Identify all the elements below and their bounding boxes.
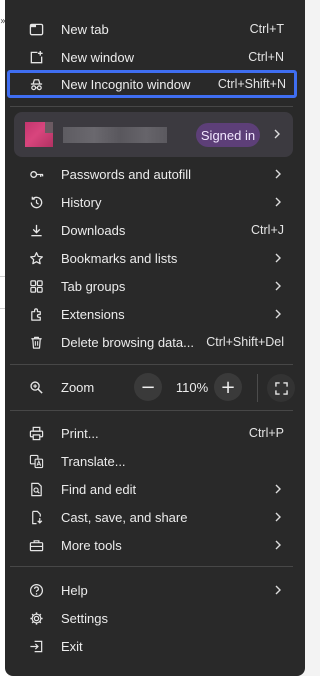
chevron-right-icon <box>275 281 281 291</box>
toolbox-icon <box>29 538 44 553</box>
menu-item-label: Settings <box>61 610 108 626</box>
menu-item-translate[interactable]: Translate... <box>5 447 305 475</box>
zoom-label: Zoom <box>61 380 95 395</box>
chevron-right-icon <box>275 540 281 550</box>
menu-item-bookmarks-and-lists[interactable]: Bookmarks and lists <box>5 244 305 272</box>
menu-item-label: Cast, save, and share <box>61 509 188 525</box>
menu-separator <box>10 410 293 411</box>
menu-item-cast-save-share[interactable]: Cast, save, and share <box>5 503 305 531</box>
menu-item-label: History <box>61 194 102 210</box>
chevron-right-icon <box>275 169 281 179</box>
menu-item-more-tools[interactable]: More tools <box>5 531 305 559</box>
menu-item-label: More tools <box>61 537 122 553</box>
cast-save-icon <box>29 510 44 525</box>
menu-item-label: Find and edit <box>61 481 137 497</box>
chevron-right-icon <box>275 484 281 494</box>
menu-item-new-incognito-window[interactable]: New Incognito window Ctrl+Shift+N <box>7 70 297 98</box>
shortcut-text: Ctrl+Shift+N <box>217 77 286 91</box>
menu-item-label: Passwords and autofill <box>61 166 192 182</box>
menu-item-label: Tab groups <box>61 278 126 294</box>
chevron-right-icon <box>275 309 281 319</box>
menu-item-label: Help <box>61 582 88 598</box>
signed-in-badge[interactable]: Signed in <box>196 123 260 147</box>
exit-icon <box>29 639 44 654</box>
menu-item-label: Delete browsing data... <box>61 334 194 350</box>
menu-item-find-and-edit[interactable]: Find and edit <box>5 475 305 503</box>
menu-item-extensions[interactable]: Extensions <box>5 300 305 328</box>
new-tab-icon <box>29 22 44 37</box>
menu-item-history[interactable]: History <box>5 188 305 216</box>
zoom-level: 110% <box>175 380 209 395</box>
menu-item-passwords-and-autofill[interactable]: Passwords and autofill <box>5 160 305 188</box>
help-icon <box>29 583 44 598</box>
menu-item-settings[interactable]: Settings <box>5 604 305 632</box>
menu-item-label: New window <box>61 49 134 65</box>
history-icon <box>29 195 44 210</box>
chevron-right-icon <box>275 253 281 263</box>
key-icon <box>29 167 44 182</box>
menu-item-label: Bookmarks and lists <box>61 250 178 266</box>
menu-item-downloads[interactable]: Downloads Ctrl+J <box>5 216 305 244</box>
shortcut-text: Ctrl+J <box>251 223 284 237</box>
shortcut-text: Ctrl+N <box>248 50 284 64</box>
puzzle-icon <box>29 307 44 322</box>
find-icon <box>29 482 44 497</box>
menu-item-label: Downloads <box>61 222 126 238</box>
avatar <box>25 122 53 147</box>
fullscreen-icon <box>274 381 288 395</box>
incognito-icon <box>29 77 44 92</box>
menu-separator <box>10 106 293 107</box>
chevron-right-icon <box>275 197 281 207</box>
shortcut-text: Ctrl+Shift+Del <box>206 335 284 349</box>
menu-item-label: Print... <box>61 425 99 441</box>
menu-item-label: Translate... <box>61 453 126 469</box>
tab-groups-icon <box>29 279 44 294</box>
zoom-in-button[interactable]: + <box>214 373 242 401</box>
menu-item-tab-groups[interactable]: Tab groups <box>5 272 305 300</box>
menu-item-label: New tab <box>61 21 109 37</box>
menu-item-print[interactable]: Print... Ctrl+P <box>5 419 305 447</box>
menu-item-delete-browsing-data[interactable]: Delete browsing data... Ctrl+Shift+Del <box>5 328 305 356</box>
profile-card[interactable]: Signed in <box>14 112 293 157</box>
browser-menu: New tab Ctrl+T New window Ctrl+N New Inc… <box>5 0 305 676</box>
shortcut-text: Ctrl+T <box>249 22 284 36</box>
printer-icon <box>29 426 44 441</box>
menu-item-exit[interactable]: Exit <box>5 632 305 660</box>
gear-icon <box>29 611 44 626</box>
star-icon <box>29 251 44 266</box>
chevron-right-icon <box>275 585 281 595</box>
fullscreen-button[interactable] <box>267 374 295 402</box>
menu-item-label: Exit <box>61 638 83 654</box>
menu-item-label: Extensions <box>61 306 125 322</box>
new-window-icon <box>29 50 44 65</box>
menu-separator <box>10 364 293 365</box>
chevron-right-icon <box>275 512 281 522</box>
menu-item-new-tab[interactable]: New tab Ctrl+T <box>5 15 305 43</box>
menu-item-new-window[interactable]: New window Ctrl+N <box>5 43 305 71</box>
chevron-right-icon <box>274 129 280 139</box>
zoom-out-button[interactable]: − <box>134 373 162 401</box>
shortcut-text: Ctrl+P <box>248 426 284 440</box>
translate-icon <box>29 454 44 469</box>
download-icon <box>29 223 44 238</box>
trash-icon <box>29 335 44 350</box>
zoom-divider <box>257 374 258 402</box>
profile-name-redacted <box>63 127 167 143</box>
menu-item-label: New Incognito window <box>61 76 191 92</box>
menu-separator <box>10 566 293 567</box>
zoom-icon <box>30 381 43 394</box>
menu-item-help[interactable]: Help <box>5 576 305 604</box>
zoom-row: Zoom − 110% + <box>5 370 305 406</box>
